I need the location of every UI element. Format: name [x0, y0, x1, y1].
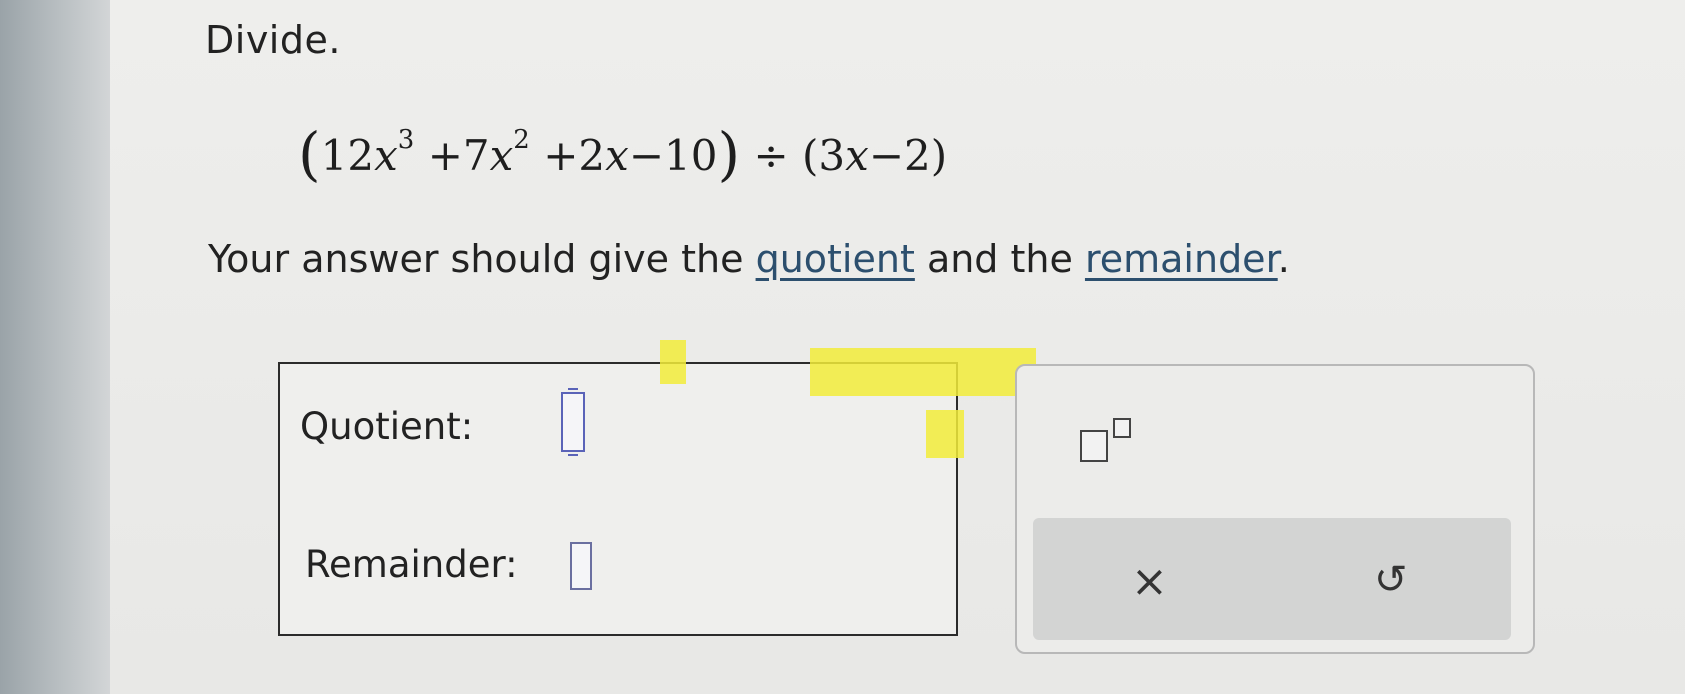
instruction-text: Your answer should give the quotient and… — [208, 237, 1290, 281]
term-10: −10 — [628, 131, 718, 180]
divide-sign: ÷ — [753, 131, 789, 180]
remainder-link[interactable]: remainder — [1085, 237, 1278, 281]
term-7: +7 — [427, 131, 490, 180]
clear-button[interactable]: × — [1131, 560, 1168, 604]
undo-button[interactable]: ↺ — [1374, 560, 1408, 600]
close-paren: ) — [717, 120, 741, 188]
open-paren: ( — [298, 120, 321, 188]
divisor-open: (3 — [802, 131, 846, 180]
quotient-label: Quotient: — [300, 405, 474, 448]
division-expression: (12x3 +7x2 +2x−10) ÷ (3x−2) — [298, 120, 947, 188]
instruction-mid: and the — [914, 237, 1085, 281]
var-x: x — [374, 131, 398, 180]
instruction-prefix: Your answer should give the — [208, 237, 756, 281]
term-12: 12 — [320, 131, 375, 180]
divisor-rest: −2) — [868, 131, 948, 180]
remainder-label: Remainder: — [305, 543, 518, 586]
exponent-2: 2 — [513, 125, 530, 155]
highlight-mark — [926, 410, 964, 458]
problem-title: Divide. — [205, 18, 341, 62]
exponent-box — [1113, 418, 1131, 438]
quotient-input[interactable] — [561, 388, 585, 456]
term-2: +2 — [543, 131, 606, 180]
exponent-3: 3 — [397, 125, 415, 155]
superscript-template-icon[interactable] — [1080, 418, 1140, 468]
answer-box — [278, 362, 958, 636]
remainder-input[interactable] — [570, 542, 592, 590]
highlight-mark — [810, 348, 1036, 396]
var-x: x — [605, 131, 629, 180]
base-box — [1080, 430, 1108, 462]
var-x: x — [489, 131, 514, 180]
highlight-mark — [660, 340, 686, 384]
quotient-link[interactable]: quotient — [756, 237, 915, 281]
instruction-suffix: . — [1277, 237, 1290, 281]
var-x: x — [845, 131, 869, 180]
action-bar — [1033, 518, 1511, 640]
